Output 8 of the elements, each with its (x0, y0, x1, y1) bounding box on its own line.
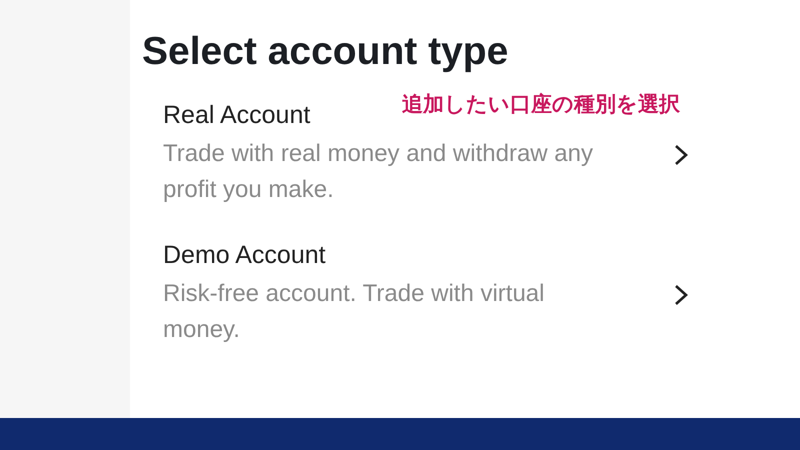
option-description: Risk-free account. Trade with virtual money. (163, 279, 546, 345)
option-title: Real Account (163, 102, 310, 128)
option-description: Trade with real money and withdraw any profit you make. (163, 139, 594, 205)
page-title: Select account type (142, 30, 510, 74)
chevron-right-icon[interactable] (674, 284, 688, 306)
option-title: Demo Account (163, 242, 326, 268)
chevron-right-icon[interactable] (674, 144, 688, 166)
annotation-caption: 追加したい口座の種別を選択 (402, 90, 680, 118)
